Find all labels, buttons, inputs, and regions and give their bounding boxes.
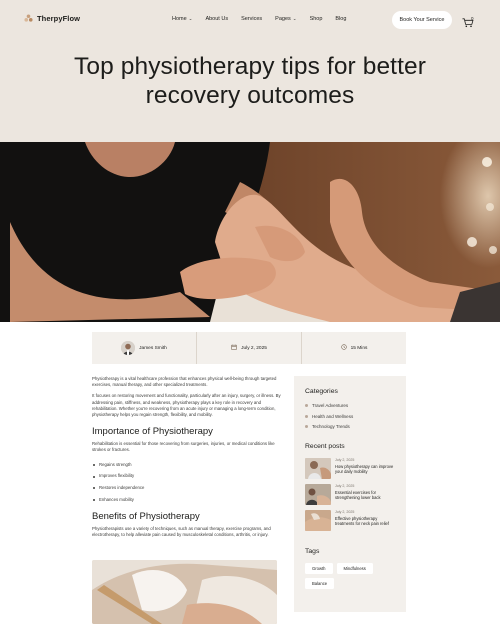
post-date: July 2, 2025 <box>197 332 302 364</box>
page-title: Top physiotherapy tips for better recove… <box>74 53 426 109</box>
list-item: Regains strength <box>92 462 282 468</box>
nav-item-pages[interactable]: Pages ⌄ <box>275 16 296 22</box>
category-item[interactable]: Health and Wellness <box>305 414 395 419</box>
nav-item-about[interactable]: About Us <box>205 16 228 22</box>
list-item: Improves flexibility <box>92 473 282 479</box>
recent-posts-heading: Recent posts <box>305 443 345 451</box>
post-title[interactable]: How physiotherapy can improve your daily… <box>335 464 395 474</box>
tags-heading: Tags <box>305 548 320 556</box>
logo-icon <box>24 14 33 23</box>
post-title[interactable]: Effective physiotherapy treatments for n… <box>335 516 395 526</box>
date-text: July 2, 2025 <box>241 345 267 351</box>
nav-label: Services <box>241 16 263 22</box>
section-paragraph: Physiotherapists use a variety of techni… <box>92 525 271 538</box>
benefits-list: Regains strength Improves flexibility Re… <box>92 462 282 503</box>
clock-icon <box>340 344 347 352</box>
nav-label: Shop <box>309 16 323 22</box>
tag-chip[interactable]: Balance <box>305 578 335 590</box>
tag-chip[interactable]: Mindfulness <box>336 563 373 575</box>
nav-item-blog[interactable]: Blog <box>335 16 346 22</box>
post-thumbnail <box>305 510 331 532</box>
chevron-down-icon: ⌄ <box>292 16 297 21</box>
category-item[interactable]: Travel Adventures <box>305 403 395 408</box>
intro-paragraph: It focuses on restoring movement and fun… <box>92 393 281 418</box>
cart-count-badge: 0 <box>471 16 474 21</box>
avatar <box>121 341 136 355</box>
category-label: Technology Trends <box>312 424 350 430</box>
bullet-icon <box>305 425 308 429</box>
section-paragraph: Rehabilitation is essential for those re… <box>92 441 275 453</box>
calendar-icon <box>231 344 237 352</box>
post-thumbnail <box>305 458 331 480</box>
intro-paragraph: Physiotherapy is a vital healthcare prof… <box>92 376 277 388</box>
nav-item-home[interactable]: Home ⌄ <box>172 16 192 22</box>
bullet-icon <box>305 414 308 418</box>
article-body: Physiotherapy is a vital healthcare prof… <box>92 376 282 624</box>
bullet-icon <box>305 404 308 407</box>
post-date: July 2, 2025 <box>335 484 355 489</box>
post-author[interactable]: James Smith <box>92 332 197 364</box>
section-heading: Importance of Physiotherapy <box>92 426 213 438</box>
author-name: James Smith <box>139 345 167 351</box>
recent-post[interactable]: July 2, 2025 How physiotherapy can impro… <box>305 458 395 480</box>
section-heading: Benefits of Physiotherapy <box>92 510 200 522</box>
categories-heading: Categories <box>305 388 338 395</box>
main-nav: Home ⌄ About Us Services Pages ⌄ Shop Bl… <box>172 16 359 22</box>
category-label: Travel Adventures <box>312 403 349 408</box>
category-item[interactable]: Technology Trends <box>305 424 395 429</box>
post-date: July 2, 2025 <box>335 510 355 515</box>
tag-list: Growth Mindfulness Balance <box>305 563 395 590</box>
chevron-down-icon: ⌄ <box>188 16 193 21</box>
brand-logo[interactable]: TherpyFlow <box>24 14 80 23</box>
list-item: Enhances mobility <box>92 497 282 503</box>
read-time-text: 15 Mins <box>350 345 368 351</box>
sidebar: Categories Travel Adventures Health and … <box>294 376 406 612</box>
tag-chip[interactable]: Growth <box>305 563 333 575</box>
category-label: Health and Wellness <box>312 413 354 419</box>
nav-item-services[interactable]: Services <box>241 16 262 22</box>
nav-item-shop[interactable]: Shop <box>310 16 323 22</box>
post-meta-bar: James Smith July 2, 2025 15 Mins <box>92 332 406 364</box>
recent-post[interactable]: July 2, 2025 Essential exercises for str… <box>305 484 395 506</box>
post-read-time: 15 Mins <box>302 332 406 364</box>
nav-label: Blog <box>335 16 347 22</box>
page-header: TherpyFlow Home ⌄ About Us Services Page… <box>0 0 500 142</box>
nav-label: About Us <box>205 16 229 22</box>
nav-label: Pages <box>275 16 291 22</box>
list-item: Restores independence <box>92 485 282 491</box>
nav-label: Home <box>172 16 187 22</box>
recent-post[interactable]: July 2, 2025 Effective physiotherapy tre… <box>305 510 395 532</box>
article-image <box>92 560 277 624</box>
brand-name: TherpyFlow <box>37 14 81 23</box>
book-service-button[interactable]: Book Your Service <box>392 11 452 29</box>
post-thumbnail <box>305 484 331 506</box>
feature-image <box>0 142 500 322</box>
post-title[interactable]: Essential exercises for strengthening lo… <box>335 490 395 500</box>
post-date: July 2, 2025 <box>335 458 355 463</box>
